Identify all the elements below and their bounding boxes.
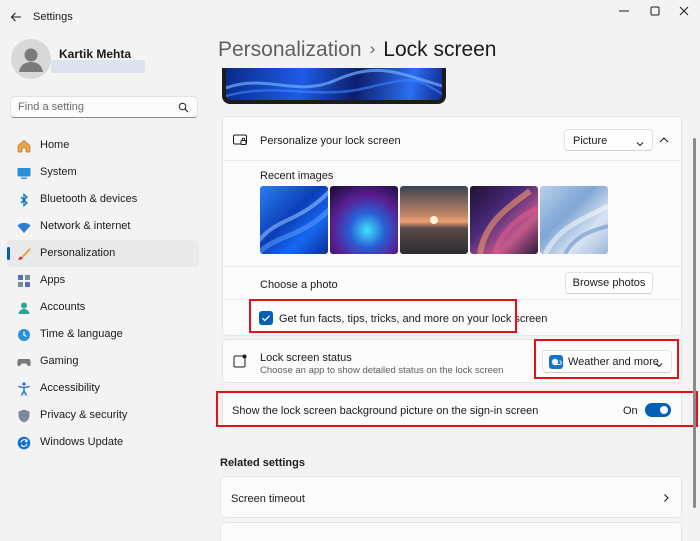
accounts-icon xyxy=(16,300,32,316)
accessibility-icon xyxy=(16,381,32,397)
divider xyxy=(223,160,681,161)
breadcrumb-separator: › xyxy=(369,39,376,58)
sidebar-item-label: Apps xyxy=(40,274,66,286)
related-settings-heading: Related settings xyxy=(220,457,305,469)
title-bar: Settings xyxy=(0,0,700,34)
recent-image-thumbnail[interactable] xyxy=(260,186,328,254)
scrollbar[interactable] xyxy=(693,138,696,508)
recent-image-thumbnail[interactable] xyxy=(330,186,398,254)
sidebar-item-label: Home xyxy=(40,139,70,151)
back-arrow-icon[interactable] xyxy=(8,9,24,25)
profile-name: Kartik Mehta xyxy=(59,47,132,61)
sidebar-item-personalization[interactable]: Personalization xyxy=(7,240,199,267)
sidebar-item-label: Time & language xyxy=(40,328,123,340)
screen-timeout-card[interactable]: Screen timeout xyxy=(220,476,682,518)
minimize-icon[interactable] xyxy=(612,4,636,18)
sidebar-item-network[interactable]: Network & internet xyxy=(7,213,199,240)
network-icon xyxy=(16,219,32,235)
privacy-icon xyxy=(16,408,32,424)
sidebar-item-label: Gaming xyxy=(40,355,79,367)
breadcrumb: Personalization › Lock screen xyxy=(218,38,497,62)
maximize-icon[interactable] xyxy=(643,4,667,18)
background-type-dropdown[interactable]: Picture xyxy=(564,129,653,151)
lock-screen-status-description: Choose an app to show detailed status on… xyxy=(260,365,504,376)
sidebar-item-bluetooth[interactable]: Bluetooth & devices xyxy=(7,186,199,213)
sidebar-item-label: Bluetooth & devices xyxy=(40,193,138,205)
lock-screen-preview-image xyxy=(226,68,442,100)
personalization-icon xyxy=(16,246,32,262)
avatar[interactable] xyxy=(11,39,51,79)
highlight-box xyxy=(249,299,517,333)
recent-image-thumbnail[interactable] xyxy=(400,186,468,254)
sidebar-item-apps[interactable]: Apps xyxy=(7,267,199,294)
gaming-icon xyxy=(16,354,32,370)
chevron-up-icon[interactable] xyxy=(657,133,673,147)
update-icon xyxy=(16,435,32,451)
highlight-box xyxy=(534,339,679,379)
background-type-value: Picture xyxy=(573,135,608,147)
search-box[interactable] xyxy=(10,96,198,118)
divider xyxy=(223,266,681,267)
page-title: Lock screen xyxy=(383,38,497,61)
sidebar-item-label: Accounts xyxy=(40,301,86,313)
personalize-lock-screen-label: Personalize your lock screen xyxy=(260,135,401,147)
sidebar-item-label: Network & internet xyxy=(40,220,131,232)
sidebar-item-windows-update[interactable]: Windows Update xyxy=(7,429,199,456)
profile-email-redacted xyxy=(51,60,145,73)
sidebar-item-label: Accessibility xyxy=(40,382,100,394)
lock-screen-preview xyxy=(222,68,446,104)
screen-timeout-label: Screen timeout xyxy=(231,493,305,505)
sidebar-item-system[interactable]: System xyxy=(7,159,199,186)
choose-photo-label: Choose a photo xyxy=(260,279,338,291)
related-setting-card[interactable] xyxy=(220,522,682,541)
sidebar-item-label: Personalization xyxy=(40,247,116,259)
bluetooth-icon xyxy=(16,192,32,208)
lock-screen-status-icon xyxy=(232,353,248,372)
search-icon[interactable] xyxy=(178,102,189,116)
sidebar-nav: Home System Bluetooth & devices Network … xyxy=(7,132,199,456)
sidebar-item-accounts[interactable]: Accounts xyxy=(7,294,199,321)
home-icon xyxy=(16,138,32,154)
sidebar-item-privacy-security[interactable]: Privacy & security xyxy=(7,402,199,429)
time-language-icon xyxy=(16,327,32,343)
apps-icon xyxy=(16,273,32,289)
breadcrumb-parent[interactable]: Personalization xyxy=(218,38,362,61)
window-title: Settings xyxy=(33,11,73,23)
sidebar-item-home[interactable]: Home xyxy=(7,132,199,159)
sidebar-item-time-language[interactable]: Time & language xyxy=(7,321,199,348)
recent-images-label: Recent images xyxy=(260,170,334,182)
highlight-box xyxy=(216,391,698,427)
system-icon xyxy=(16,165,32,181)
search-input[interactable] xyxy=(18,100,168,114)
recent-image-thumbnail[interactable] xyxy=(470,186,538,254)
recent-image-thumbnail[interactable] xyxy=(540,186,608,254)
sidebar-item-gaming[interactable]: Gaming xyxy=(7,348,199,375)
sidebar-item-label: Privacy & security xyxy=(40,409,128,421)
sidebar-item-label: Windows Update xyxy=(40,436,124,448)
browse-photos-button[interactable]: Browse photos xyxy=(565,272,653,294)
chevron-down-icon xyxy=(636,137,644,151)
chevron-right-icon xyxy=(661,492,671,506)
lock-screen-picture-icon xyxy=(232,132,248,151)
sidebar-item-accessibility[interactable]: Accessibility xyxy=(7,375,199,402)
sidebar-item-label: System xyxy=(40,166,77,178)
lock-screen-status-label: Lock screen status xyxy=(260,352,352,364)
close-icon[interactable] xyxy=(672,4,696,18)
